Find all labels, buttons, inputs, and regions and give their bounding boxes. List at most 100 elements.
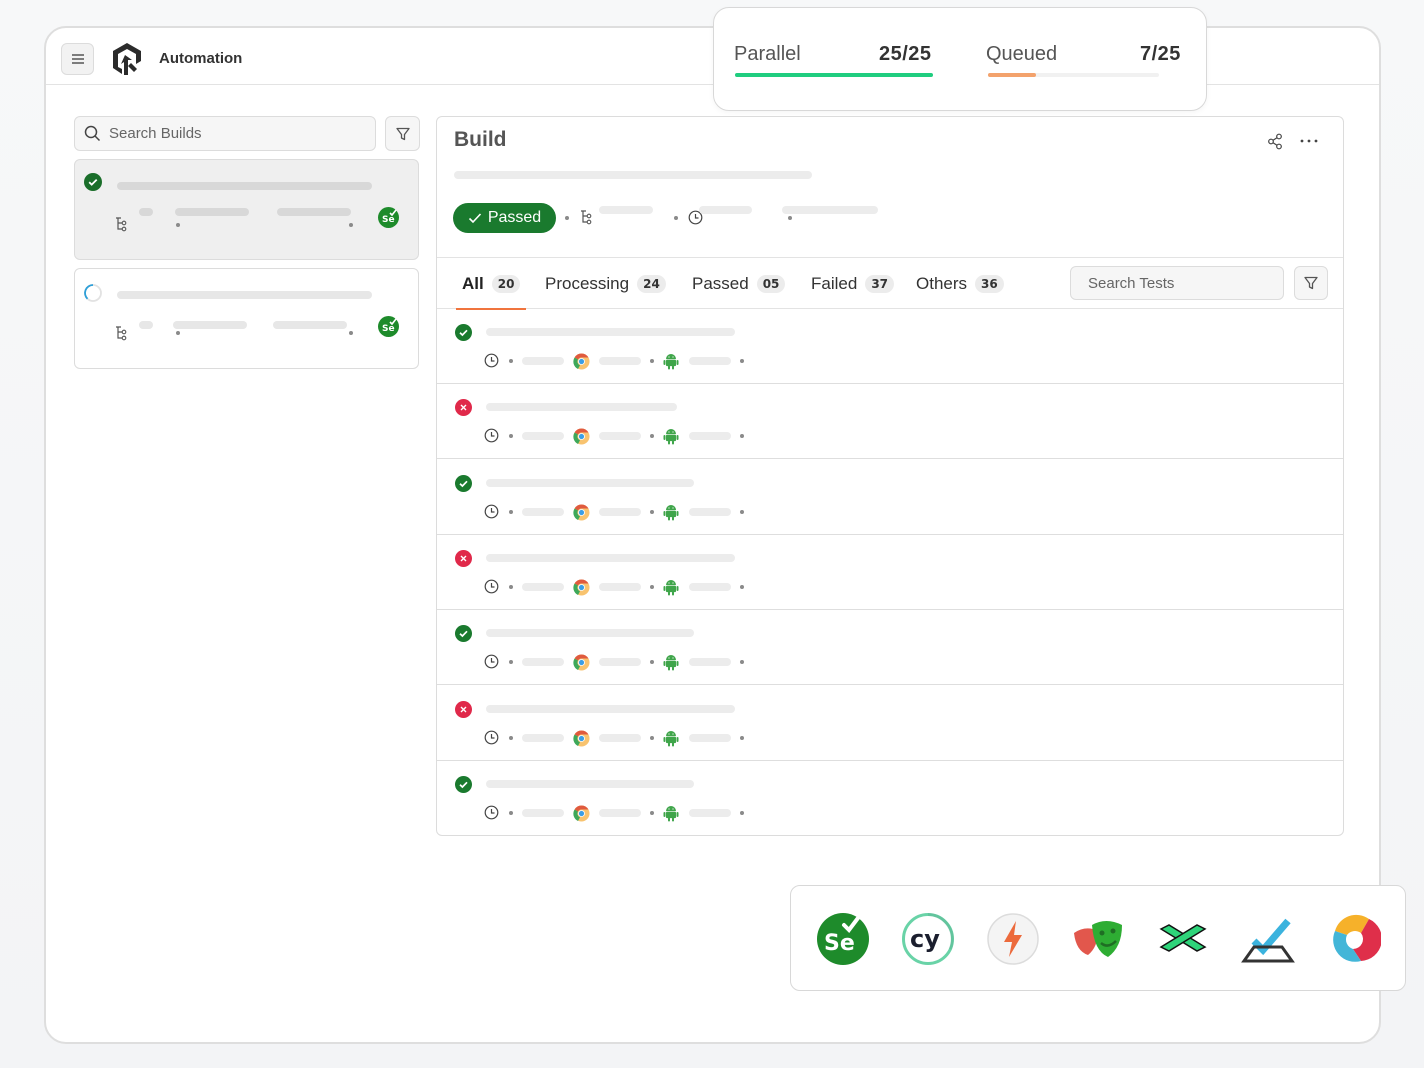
android-icon [663,354,679,370]
separator-dot [650,660,654,665]
os-version-placeholder [689,808,731,817]
tab-count-badge: 05 [756,274,786,293]
search-builds-field[interactable] [74,116,376,151]
svg-text:cy: cy [910,925,940,953]
tab-label: Passed [692,273,749,293]
chrome-icon [573,504,590,521]
clock-icon [484,428,499,443]
cypress-icon: cy [902,913,954,965]
test-row-passed[interactable] [437,460,1343,535]
failed-status-icon [455,399,472,417]
test-row-failed[interactable] [437,384,1343,460]
separator-dot [740,584,744,589]
browser-version-placeholder [599,507,641,516]
failed-status-icon [455,549,472,567]
meta-placeholder [277,208,351,216]
build-card[interactable]: Se [74,268,419,369]
separator-dot [740,810,744,815]
android-icon [663,805,679,822]
duration-placeholder [522,357,564,365]
test-name-placeholder [486,553,735,562]
android-icon [663,504,679,521]
tab-label: Others [916,273,968,293]
separator-dot [650,434,654,439]
separator-dot [650,584,654,589]
tab-count-badge: 36 [975,274,1004,293]
test-row-failed[interactable] [437,686,1343,761]
test-list [437,309,1343,835]
chrome-icon [573,579,590,596]
svg-text:Se: Se [382,215,395,225]
more-options-icon[interactable] [1299,133,1319,149]
clock-icon [484,654,499,669]
selenium-icon: Se [378,316,399,337]
chrome-icon [573,428,590,445]
build-name-placeholder [117,291,372,299]
separator-dot [509,359,513,363]
tab-processing[interactable]: Processing 24 [545,258,666,309]
separator-dot [349,331,353,335]
tab-label: Processing [545,273,630,293]
tab-others[interactable]: Others 36 [916,258,1004,309]
hamburger-icon [71,54,84,64]
test-name-placeholder [486,629,694,638]
tab-count-badge: 37 [865,274,895,293]
duration-placeholder [522,582,564,591]
separator-dot [650,359,654,363]
build-status-label: Passed [487,209,542,226]
test-name-placeholder [486,328,735,336]
android-icon [663,655,679,671]
passed-status-icon [84,173,102,191]
build-detail-panel: Build Passed All 20 Processing 24 Passed [436,116,1344,836]
separator-dot [349,223,353,227]
meta-placeholder [139,321,153,329]
meta-placeholder [175,208,249,216]
search-builds-input[interactable] [109,125,349,142]
chrome-icon [573,805,590,822]
tests-filter-button[interactable] [1294,266,1328,300]
test-row-passed[interactable] [437,309,1343,384]
tab-failed[interactable]: Failed 37 [811,258,895,309]
separator-dot [509,735,513,740]
os-version-placeholder [689,432,731,441]
build-name-placeholder [117,182,372,190]
duration-placeholder [522,507,564,516]
tab-passed[interactable]: Passed 05 [692,258,786,309]
queued-progress-bar [988,73,1159,77]
builds-filter-button[interactable] [385,116,420,151]
filter-icon [1304,276,1318,290]
test-row-passed[interactable] [437,610,1343,686]
build-status-badge: Passed [453,203,556,233]
search-tests-field[interactable] [1070,266,1287,300]
clock-icon [484,805,499,820]
chrome-icon [573,353,590,370]
parallel-progress-bar [735,73,933,77]
browser-version-placeholder [599,733,641,742]
meta-placeholder [699,206,752,214]
android-icon [663,429,679,445]
separator-dot [509,660,513,665]
separator-dot [740,434,744,439]
browser-version-placeholder [599,357,641,365]
separator-dot [509,509,513,514]
test-row-failed[interactable] [437,535,1343,610]
parallel-value: 25/25 [879,43,932,65]
browser-version-placeholder [599,432,641,441]
espresso-icon [1333,914,1381,962]
build-title: Build [454,128,507,151]
search-tests-input[interactable] [1088,274,1287,292]
separator-dot [650,810,654,815]
duration-placeholder [522,432,564,441]
menu-button[interactable] [61,43,94,75]
search-icon [84,125,101,142]
separator-dot [740,660,744,665]
tab-all[interactable]: All 20 [455,258,527,310]
test-row-passed[interactable] [437,761,1343,835]
separator-dot [650,735,654,740]
passed-status-icon [455,324,472,341]
build-card[interactable]: Se [74,159,419,260]
test-name-placeholder [486,779,694,788]
share-icon[interactable] [1267,133,1284,150]
android-icon [663,730,679,746]
os-version-placeholder [689,357,731,365]
